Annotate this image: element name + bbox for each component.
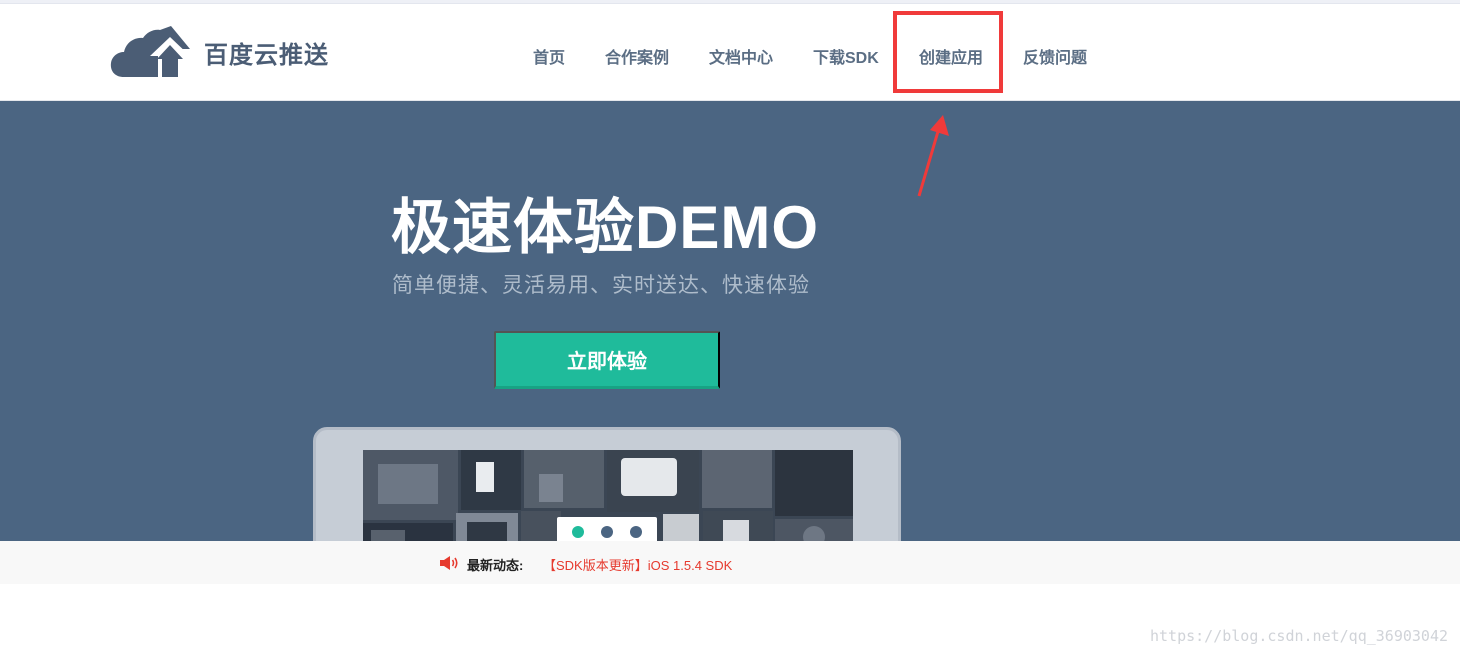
carousel-dot-1[interactable] xyxy=(572,526,584,538)
carousel-dots xyxy=(557,517,657,541)
hero-subtitle: 简单便捷、灵活易用、实时送达、快速体验 xyxy=(392,274,810,297)
carousel-dot-3[interactable] xyxy=(630,526,642,538)
hero-title: 极速体验DEMO xyxy=(391,194,819,261)
news-label: 最新动态: xyxy=(467,558,524,573)
news-link[interactable]: 【SDK版本更新】iOS 1.5.4 SDK xyxy=(543,555,732,574)
try-now-button[interactable]: 立即体验 xyxy=(494,331,720,389)
nav-item-home[interactable]: 首页 xyxy=(533,44,565,68)
nav-item-create-app[interactable]: 创建应用 xyxy=(919,44,983,68)
hero-banner: 极速体验DEMO 简单便捷、灵活易用、实时送达、快速体验 立即体验 xyxy=(0,101,1460,541)
news-bar: 最新动态: 【SDK版本更新】iOS 1.5.4 SDK xyxy=(0,541,1460,584)
speaker-icon xyxy=(440,555,460,576)
watermark: https://blog.csdn.net/qq_36903042 xyxy=(1149,627,1448,645)
nav-item-docs[interactable]: 文档中心 xyxy=(709,44,773,68)
nav-item-cases[interactable]: 合作案例 xyxy=(605,44,669,68)
main-nav: 首页 合作案例 文档中心 下载SDK 创建应用 反馈问题 xyxy=(0,4,1460,101)
nav-item-feedback[interactable]: 反馈问题 xyxy=(1023,44,1087,68)
carousel-dot-2[interactable] xyxy=(601,526,613,538)
nav-item-download-sdk[interactable]: 下载SDK xyxy=(813,44,879,68)
